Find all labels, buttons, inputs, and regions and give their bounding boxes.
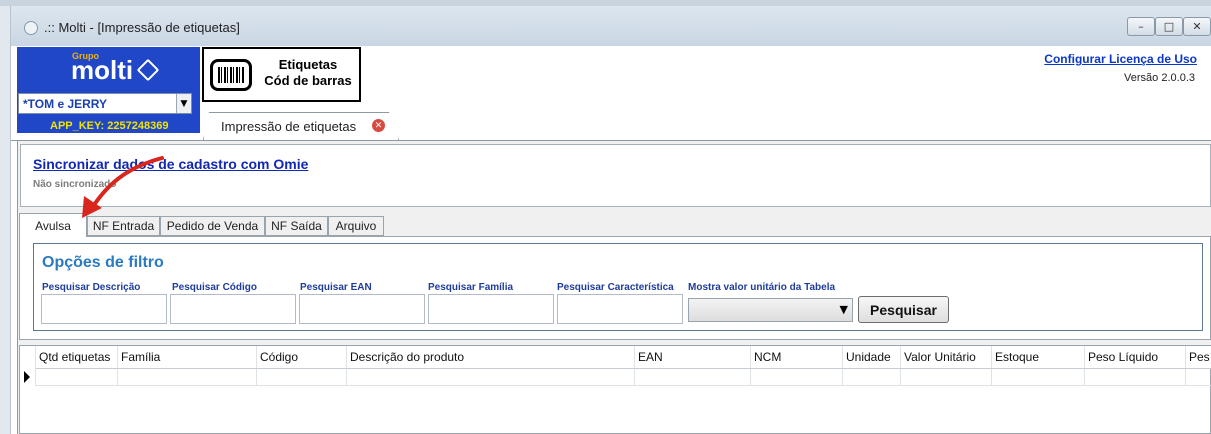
search-ean-input[interactable] — [299, 294, 425, 324]
current-row-marker-icon — [24, 371, 30, 383]
column-estoque[interactable]: Estoque — [991, 346, 1084, 368]
tab-pedido-de-venda[interactable]: Pedido de Venda — [160, 216, 265, 236]
app-window-icon — [24, 21, 38, 35]
search-description-input[interactable] — [41, 294, 167, 324]
company-select-value: *TOM e JERRY — [23, 97, 108, 111]
maximize-button[interactable]: □ — [1155, 17, 1183, 36]
company-select[interactable]: *TOM e JERRY ▼ — [18, 93, 192, 114]
label-characteristic: Pesquisar Característica — [557, 282, 674, 293]
column-familia[interactable]: Família — [117, 346, 256, 368]
module-title: Etiquetas Cód de barras — [258, 57, 358, 89]
module-title-line1: Etiquetas — [278, 57, 338, 72]
sync-panel — [20, 144, 1211, 207]
table-row[interactable] — [35, 369, 1211, 386]
document-tab-label[interactable]: Impressão de etiquetas — [221, 119, 356, 134]
close-window-button[interactable]: ✕ — [1183, 17, 1211, 36]
module-title-line2: Cód de barras — [264, 73, 352, 88]
label-description: Pesquisar Descrição — [42, 282, 141, 293]
left-window-edge — [0, 6, 11, 434]
unit-value-table-select[interactable]: ▼ — [688, 298, 853, 322]
red-arrow-annotation-icon — [82, 156, 164, 218]
close-tab-icon[interactable]: ✕ — [372, 119, 385, 132]
column-peso-liquido[interactable]: Peso Líquido — [1084, 346, 1185, 368]
barcode-icon — [210, 59, 252, 91]
search-button[interactable]: Pesquisar — [858, 296, 949, 323]
column-peso-bruto[interactable]: Pes — [1185, 346, 1211, 368]
label-ean: Pesquisar EAN — [300, 282, 372, 293]
chevron-down-icon[interactable]: ▼ — [176, 94, 191, 113]
tab-nf-saida[interactable]: NF Saída — [265, 216, 328, 236]
search-family-input[interactable] — [428, 294, 554, 324]
column-qtd-etiquetas[interactable]: Qtd etiquetas — [35, 346, 117, 368]
filter-title: Opções de filtro — [42, 254, 164, 271]
column-descricao[interactable]: Descrição do produto — [346, 346, 634, 368]
search-code-input[interactable] — [170, 294, 296, 324]
column-ean[interactable]: EAN — [634, 346, 750, 368]
brand-logo-text: molti — [71, 55, 134, 85]
column-unidade[interactable]: Unidade — [842, 346, 900, 368]
column-codigo[interactable]: Código — [256, 346, 346, 368]
version-label: Versão 2.0.0.3 — [1124, 72, 1195, 84]
label-family: Pesquisar Família — [428, 282, 514, 293]
minimize-button[interactable]: – — [1127, 17, 1155, 36]
window-title: .:: Molti - [Impressão de etiquetas] — [44, 20, 240, 35]
column-ncm[interactable]: NCM — [750, 346, 842, 368]
module-badge: Etiquetas Cód de barras — [202, 47, 361, 102]
search-characteristic-input[interactable] — [557, 294, 683, 324]
label-code: Pesquisar Código — [172, 282, 258, 293]
label-unit-value-table: Mostra valor unitário da Tabela — [688, 282, 836, 293]
tab-arquivo[interactable]: Arquivo — [328, 216, 384, 236]
chevron-down-icon[interactable]: ▼ — [840, 303, 848, 316]
app-key-label: APP_KEY: 2257248369 — [50, 120, 169, 132]
configure-license-link[interactable]: Configurar Licença de Uso — [1044, 52, 1197, 66]
column-valor-unitario[interactable]: Valor Unitário — [900, 346, 991, 368]
